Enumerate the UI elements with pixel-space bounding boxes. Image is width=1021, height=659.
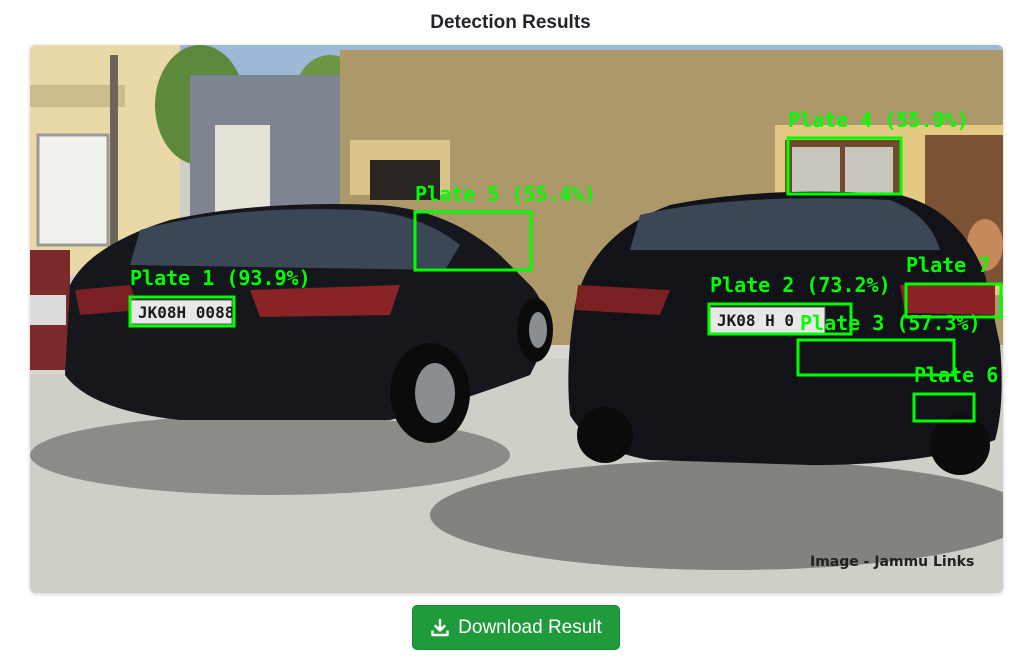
results-page: Detection Results JK08H 0088 JK08 H 0 Pl… xyxy=(0,0,1021,659)
left-building-door xyxy=(36,133,110,247)
scooter-plate xyxy=(30,295,66,325)
plate-7-label: Plate 7 xyxy=(906,253,990,277)
plate-5-label: Plate 5 (55.4%) xyxy=(415,182,596,206)
detection-result-image: JK08H 0088 JK08 H 0 Plate 1 (93.9%) Plat… xyxy=(30,45,1003,593)
left-car-plate-text: JK08H 0088 xyxy=(138,303,234,322)
download-icon xyxy=(430,618,450,638)
page-title: Detection Results xyxy=(430,12,591,33)
plate-2-label: Plate 2 (73.2%) xyxy=(710,273,891,297)
plate-3-label: Plate 3 (57.3%) xyxy=(800,311,981,335)
download-result-label: Download Result xyxy=(458,616,602,638)
image-watermark: Image - Jammu Links xyxy=(810,554,974,570)
plate-4-label: Plate 4 (55.9%) xyxy=(788,108,969,132)
result-image-card: JK08H 0088 JK08 H 0 Plate 1 (93.9%) Plat… xyxy=(30,45,1003,593)
right-car-plate-text: JK08 H 0 xyxy=(717,311,794,330)
plate-6-label: Plate 6 xyxy=(914,363,998,387)
download-result-button[interactable]: Download Result xyxy=(412,605,620,650)
plate-1-label: Plate 1 (93.9%) xyxy=(130,266,311,290)
